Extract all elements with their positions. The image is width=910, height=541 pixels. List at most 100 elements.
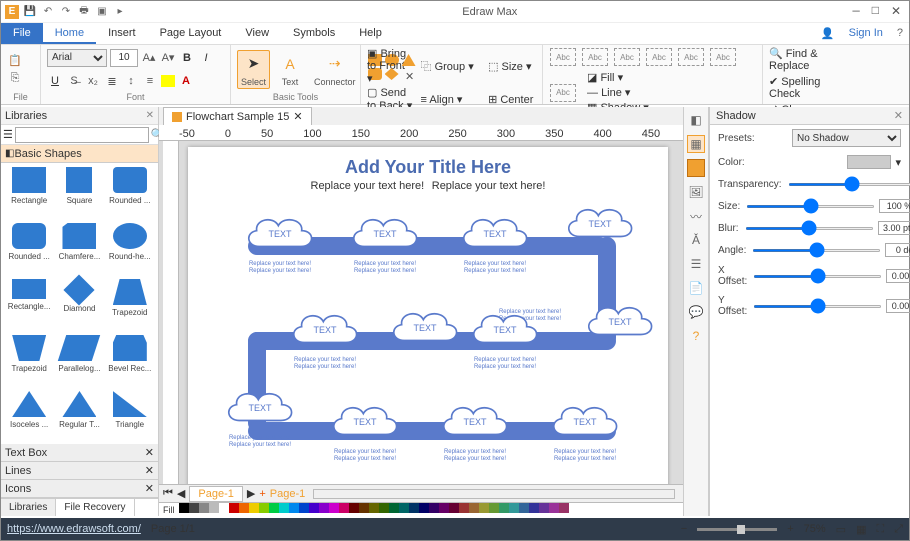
cloud-shape-5[interactable]: TEXTReplace your text here!Replace your … <box>578 297 662 347</box>
angle-value[interactable]: 0 deg <box>885 243 910 257</box>
cloud-shape-11[interactable]: TEXTReplace your text here!Replace your … <box>433 397 517 447</box>
fill-swatch[interactable] <box>249 503 259 513</box>
fill-swatch[interactable] <box>299 503 309 513</box>
category-text-box[interactable]: Text Box✕ <box>1 444 158 462</box>
fill-swatch[interactable] <box>369 503 379 513</box>
close-shadow-panel-icon[interactable]: ✕ <box>894 109 903 122</box>
sign-in-link[interactable]: Sign In <box>841 23 891 44</box>
group-btn[interactable]: ⿻ Group ▾ <box>421 58 481 74</box>
paste-icon[interactable]: 📋 <box>7 52 23 68</box>
shape-triangle[interactable]: Triangle <box>106 391 154 444</box>
file-menu[interactable]: File <box>1 23 43 44</box>
library-search-input[interactable] <box>15 127 149 143</box>
increase-font-icon[interactable]: A▴ <box>141 50 157 66</box>
size-slider[interactable] <box>746 205 875 208</box>
find-replace[interactable]: 🔍 Find & Replace <box>769 47 853 72</box>
fill-swatch[interactable] <box>499 503 509 513</box>
underline-icon[interactable]: U <box>47 73 63 89</box>
fill-swatch[interactable] <box>199 503 209 513</box>
fill-swatch[interactable] <box>549 503 559 513</box>
xoffset-slider[interactable] <box>753 275 882 278</box>
center-btn[interactable]: ⊞ Center <box>488 93 536 106</box>
fill-swatch[interactable] <box>539 503 549 513</box>
tab-home[interactable]: Home <box>43 23 96 44</box>
fill-dropdown[interactable]: ◪ Fill ▾ <box>587 71 649 84</box>
yoffset-slider[interactable] <box>753 305 882 308</box>
font-color-icon[interactable]: A <box>178 73 194 89</box>
cloud-shape-6[interactable]: TEXTReplace your text here!Replace your … <box>463 305 547 355</box>
fill-swatch[interactable] <box>559 503 569 513</box>
style-preset-6[interactable]: Abc <box>710 48 736 66</box>
shape-parallelog-[interactable]: Parallelog... <box>55 335 103 389</box>
spell-check[interactable]: ✔ Spelling Check <box>769 75 853 100</box>
shadow-panel-icon[interactable]: ▦ <box>687 135 705 153</box>
lib-menu-icon[interactable]: ☰ <box>3 128 13 141</box>
highlight-icon[interactable] <box>161 75 175 87</box>
close-button[interactable]: ✕ <box>891 4 901 19</box>
canvas-viewport[interactable]: Add Your Title Here Replace your text he… <box>159 141 683 484</box>
shape-trapezoid[interactable]: Trapezoid <box>5 335 53 389</box>
tab-file-recovery[interactable]: File Recovery <box>56 499 134 516</box>
subscript-icon[interactable]: x₂ <box>85 73 101 89</box>
tab-page-layout[interactable]: Page Layout <box>148 23 234 44</box>
style-preset-5[interactable]: Abc <box>678 48 704 66</box>
style-preset-4[interactable]: Abc <box>646 48 672 66</box>
fill-swatch[interactable] <box>339 503 349 513</box>
fill-swatch[interactable] <box>239 503 249 513</box>
status-url[interactable]: https://www.edrawsoft.com/ <box>7 523 141 535</box>
yoffset-value[interactable]: 0.00 pt <box>886 299 910 313</box>
bold-icon[interactable]: B <box>179 50 195 66</box>
fill-swatch[interactable] <box>259 503 269 513</box>
tab-insert[interactable]: Insert <box>96 23 148 44</box>
fill-swatch[interactable] <box>449 503 459 513</box>
fill-swatch[interactable] <box>419 503 429 513</box>
style-preset-2[interactable]: Abc <box>582 48 608 66</box>
line-panel-icon[interactable]: 〰 <box>687 207 705 225</box>
maximize-button[interactable]: □ <box>872 4 879 19</box>
line-dropdown[interactable]: — Line ▾ <box>587 86 649 99</box>
view-mode-2-icon[interactable]: ▦ <box>856 523 866 536</box>
view-mode-1-icon[interactable]: ▭ <box>836 523 846 536</box>
fill-swatch[interactable] <box>289 503 299 513</box>
tab-symbols[interactable]: Symbols <box>281 23 347 44</box>
style-preset-3[interactable]: Abc <box>614 48 640 66</box>
fullscreen-icon[interactable]: ⤢ <box>894 523 903 536</box>
picture-panel-icon[interactable]: 🖼 <box>687 183 705 201</box>
category-basic-shapes[interactable]: ◧ Basic Shapes <box>1 145 158 163</box>
fill-panel-icon[interactable] <box>687 159 705 177</box>
font-size-input[interactable] <box>110 49 138 67</box>
page-first-icon[interactable]: ⏮ <box>163 487 173 500</box>
page-tab-1[interactable]: Page-1 <box>189 486 242 502</box>
user-icon[interactable]: 👤 <box>815 23 841 44</box>
presets-select[interactable]: No Shadow <box>792 129 901 147</box>
fill-swatch[interactable] <box>209 503 219 513</box>
angle-slider[interactable] <box>752 249 881 252</box>
comment-panel-icon[interactable]: 💬 <box>687 303 705 321</box>
select-tool[interactable]: ➤Select <box>237 50 270 89</box>
cloud-shape-2[interactable]: TEXTReplace your text here!Replace your … <box>343 209 427 259</box>
shape-rounded-[interactable]: Rounded ... <box>5 223 53 277</box>
cloud-shape-12[interactable]: TEXTReplace your text here!Replace your … <box>543 397 627 447</box>
shape-round-he-[interactable]: Round-he... <box>106 223 154 277</box>
page-title[interactable]: Add Your Title Here <box>188 147 668 178</box>
tab-libraries[interactable]: Libraries <box>1 499 56 516</box>
page-next-icon[interactable]: ▶ <box>247 487 255 500</box>
zoom-in-icon[interactable]: + <box>787 523 793 535</box>
tab-help[interactable]: Help <box>347 23 394 44</box>
bullet-icon[interactable]: ≣ <box>104 73 120 89</box>
save-icon[interactable]: 💾 <box>23 5 37 19</box>
blur-value[interactable]: 3.00 pt <box>878 221 910 235</box>
fill-swatch[interactable] <box>329 503 339 513</box>
text-tool[interactable]: AText <box>274 52 306 87</box>
shape-regular-t-[interactable]: Regular T... <box>55 391 103 444</box>
fill-swatch[interactable] <box>189 503 199 513</box>
fill-swatch[interactable] <box>229 503 239 513</box>
page-add-icon[interactable]: + <box>259 488 265 500</box>
export-icon[interactable]: ▸ <box>113 5 127 19</box>
shape-diamond[interactable]: Diamond <box>55 279 103 333</box>
italic-icon[interactable]: I <box>198 50 214 66</box>
decrease-font-icon[interactable]: A▾ <box>160 50 176 66</box>
shape-rectangle[interactable]: Rectangle <box>5 167 53 221</box>
fill-swatch[interactable] <box>409 503 419 513</box>
fill-swatch[interactable] <box>309 503 319 513</box>
